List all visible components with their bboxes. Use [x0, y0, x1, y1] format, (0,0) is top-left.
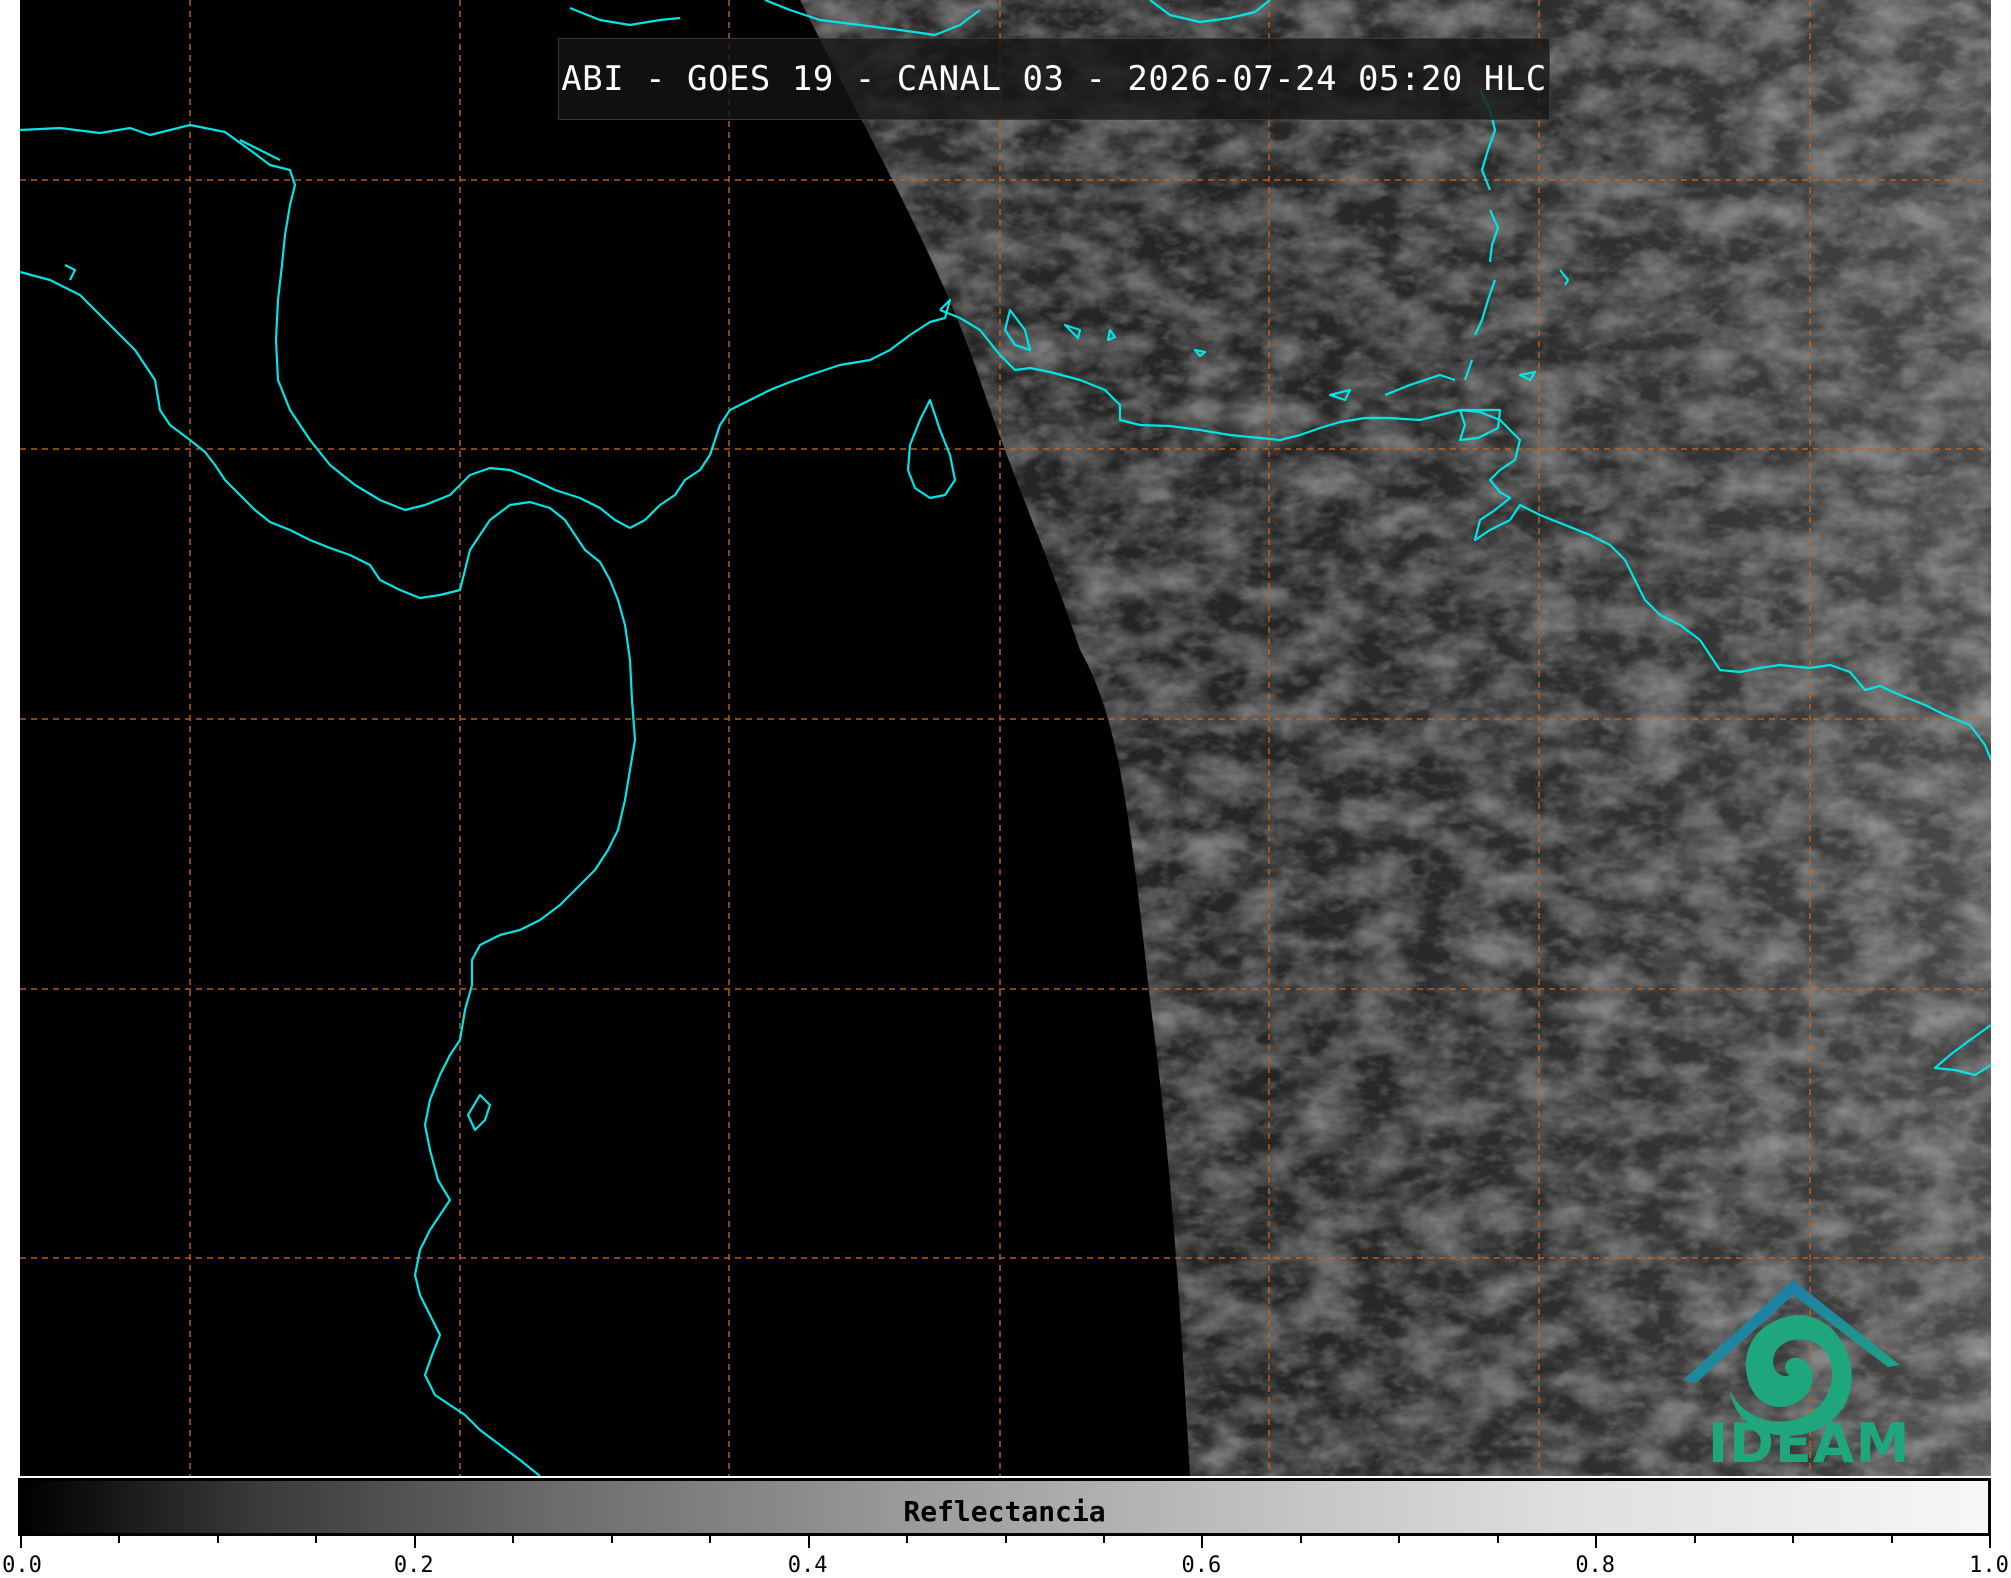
colorbar-tick — [413, 1536, 416, 1548]
satellite-map: ABI - GOES 19 - CANAL 03 - 2026-07-24 05… — [20, 0, 1991, 1476]
colorbar-tick — [1595, 1536, 1598, 1548]
colorbar-tick — [1004, 1536, 1007, 1543]
colorbar-tick — [610, 1536, 613, 1543]
colorbar: Reflectancia — [18, 1478, 1991, 1536]
colorbar-label: Reflectancia — [903, 1495, 1106, 1528]
map-title: ABI - GOES 19 - CANAL 03 - 2026-07-24 05… — [561, 59, 1547, 99]
colorbar-tick — [709, 1536, 712, 1543]
colorbar-tick-label: 0.2 — [393, 1553, 434, 1578]
colorbar-tick — [1201, 1536, 1204, 1548]
colorbar-tick — [1496, 1536, 1499, 1543]
colorbar-tick-label: 0.0 — [2, 1553, 42, 1578]
colorbar-tick — [1792, 1536, 1795, 1543]
colorbar-tick — [315, 1536, 318, 1543]
colorbar-tick — [1398, 1536, 1401, 1543]
colorbar-tick — [512, 1536, 515, 1543]
colorbar-tick-label: 0.8 — [1575, 1553, 1616, 1578]
colorbar-ticks — [20, 1536, 1991, 1548]
colorbar-tick — [1102, 1536, 1105, 1543]
logo-text: IDEAM — [1708, 1412, 1911, 1475]
colorbar-tick — [807, 1536, 810, 1548]
map-title-box: ABI - GOES 19 - CANAL 03 - 2026-07-24 05… — [558, 38, 1550, 120]
colorbar-tick — [1693, 1536, 1696, 1543]
colorbar-tick — [216, 1536, 219, 1543]
colorbar-tick-label: 0.4 — [787, 1553, 828, 1578]
colorbar-tick — [20, 1536, 22, 1548]
colorbar-tick — [1890, 1536, 1893, 1543]
colorbar-tick — [1989, 1536, 1991, 1548]
colorbar-tick — [906, 1536, 909, 1543]
colorbar-tick-label: 1.0 — [1969, 1553, 2009, 1578]
colorbar-tick — [1299, 1536, 1302, 1543]
colorbar-tick-label: 0.6 — [1181, 1553, 1222, 1578]
colorbar-tick — [118, 1536, 121, 1543]
